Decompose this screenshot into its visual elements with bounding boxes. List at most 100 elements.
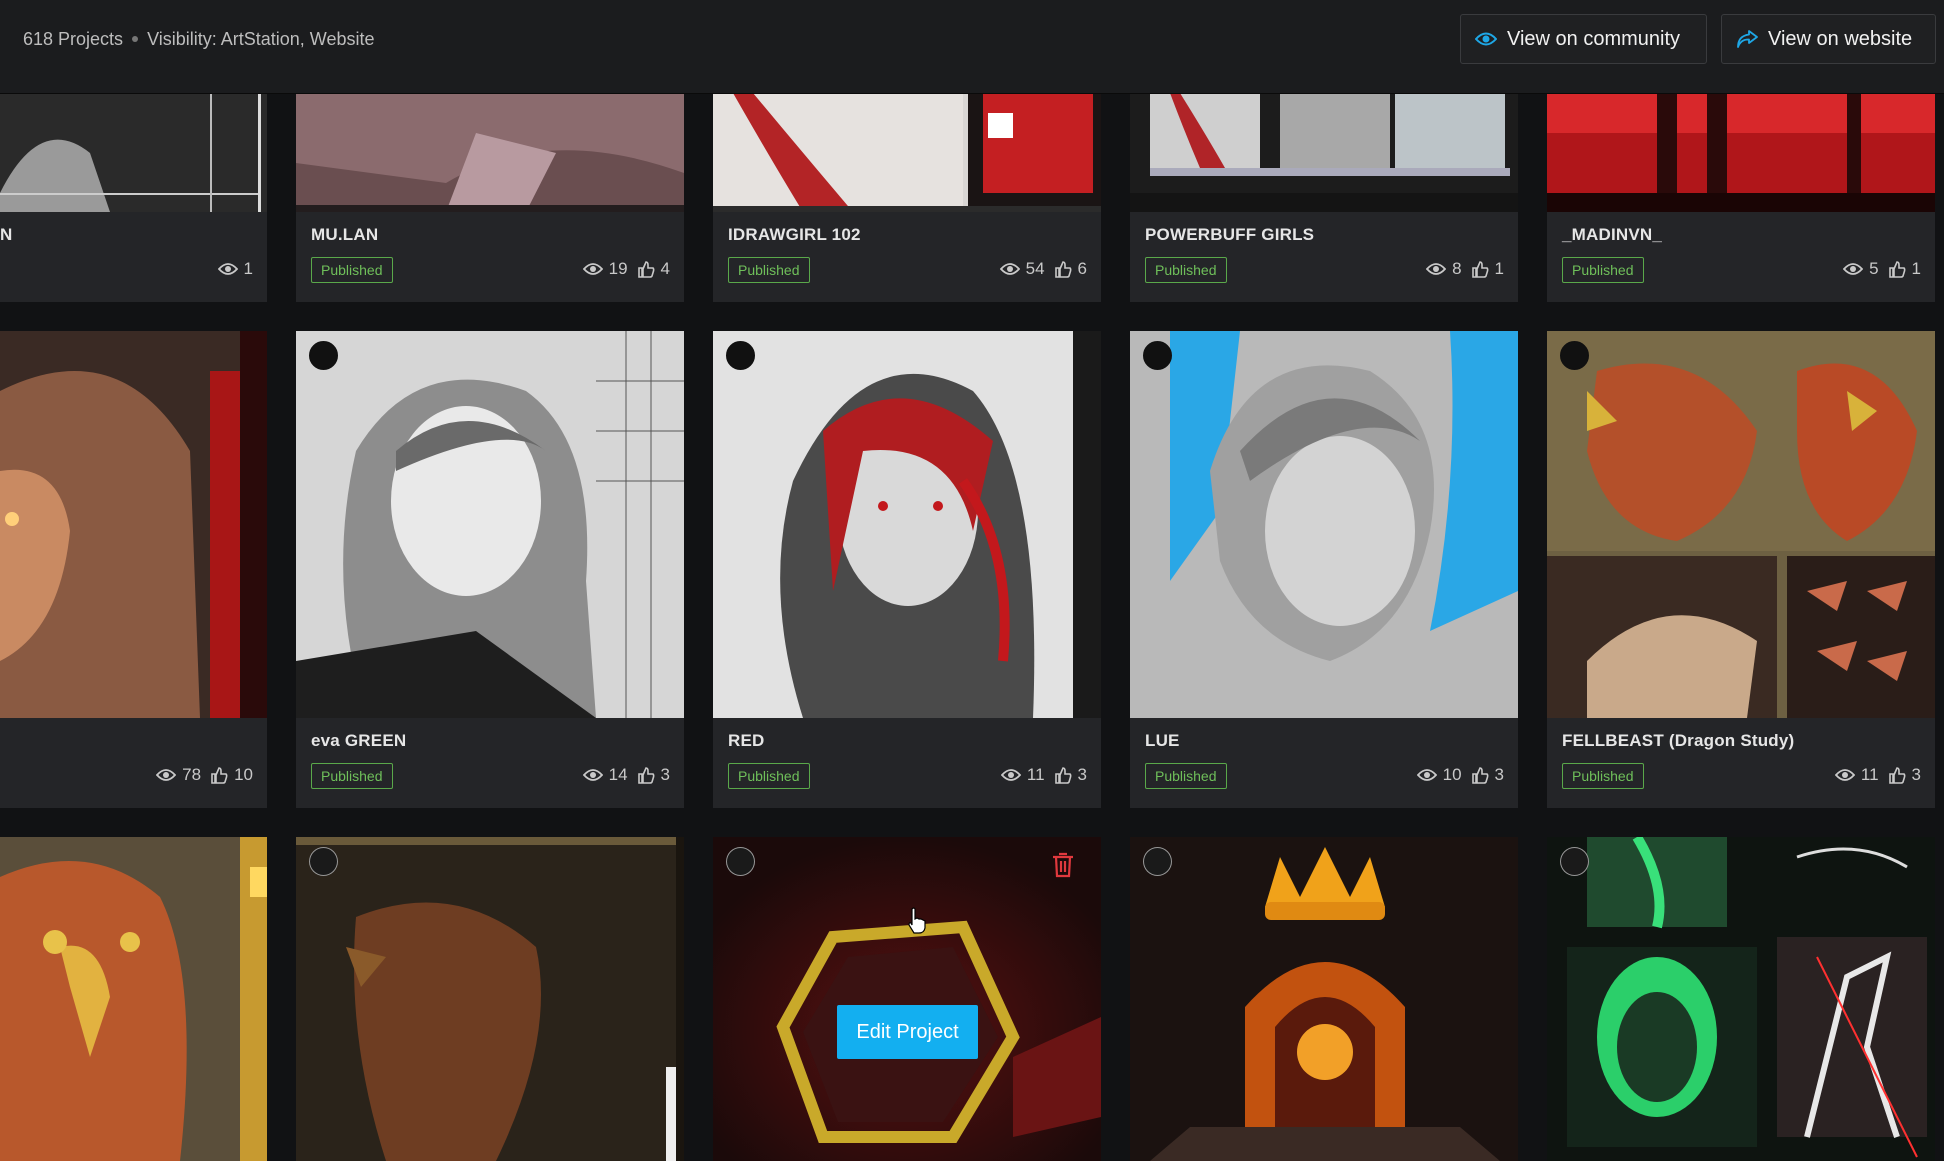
project-card[interactable]: FELLBEAST (Dragon Study) Published 11 3 bbox=[1547, 331, 1935, 808]
project-stats: 11 3 bbox=[1834, 765, 1921, 785]
project-stats: 78 10 bbox=[156, 765, 253, 785]
project-stats: 5 1 bbox=[1843, 259, 1921, 279]
project-card[interactable]: N 1 bbox=[0, 93, 267, 302]
select-checkbox[interactable] bbox=[726, 847, 755, 876]
status-badge: Published bbox=[311, 257, 393, 283]
visibility-text: Visibility: ArtStation, Website bbox=[147, 29, 375, 49]
project-stats: 19 4 bbox=[582, 259, 670, 279]
project-card[interactable]: _MADINVN_ Published 5 1 bbox=[1547, 93, 1935, 302]
view-count: 54 bbox=[1025, 259, 1045, 278]
project-thumbnail[interactable] bbox=[1130, 331, 1518, 718]
eye-icon bbox=[156, 769, 177, 781]
status-badge: Published bbox=[728, 257, 810, 283]
projects-summary: 618 Projects Visibility: ArtStation, Webs… bbox=[23, 29, 375, 50]
view-on-community-button[interactable]: View on community bbox=[1460, 14, 1707, 64]
delete-button[interactable] bbox=[1052, 852, 1074, 883]
project-thumbnail[interactable] bbox=[713, 837, 1101, 1161]
project-thumbnail[interactable] bbox=[0, 93, 267, 212]
project-stats: 11 3 bbox=[1000, 765, 1087, 785]
project-thumbnail[interactable] bbox=[1130, 837, 1518, 1161]
view-count: 1 bbox=[243, 259, 253, 278]
thumbs-up-icon bbox=[637, 766, 654, 784]
project-card[interactable] bbox=[296, 837, 684, 1161]
eye-icon bbox=[1843, 263, 1864, 275]
project-card[interactable]: 78 10 bbox=[0, 331, 267, 808]
project-title: FELLBEAST (Dragon Study) bbox=[1562, 731, 1795, 750]
thumbs-up-icon bbox=[1054, 260, 1071, 278]
project-card[interactable]: IDRAWGIRL 102 Published 54 6 bbox=[713, 93, 1101, 302]
project-thumbnail[interactable] bbox=[1547, 331, 1935, 718]
select-checkbox[interactable] bbox=[309, 341, 338, 370]
eye-icon bbox=[1416, 769, 1437, 781]
share-arrow-icon bbox=[1737, 30, 1758, 48]
project-card[interactable]: MU.LAN Published 19 4 bbox=[296, 93, 684, 302]
select-checkbox[interactable] bbox=[726, 341, 755, 370]
project-card[interactable] bbox=[1547, 837, 1935, 1161]
select-checkbox[interactable] bbox=[1143, 341, 1172, 370]
status-badge: Published bbox=[1145, 257, 1227, 283]
status-badge: Published bbox=[1562, 257, 1644, 283]
project-thumbnail[interactable] bbox=[713, 331, 1101, 718]
project-stats: 10 3 bbox=[1416, 765, 1504, 785]
view-count: 19 bbox=[608, 259, 628, 278]
select-checkbox[interactable] bbox=[309, 847, 338, 876]
like-count: 6 bbox=[1077, 259, 1087, 278]
status-badge: Published bbox=[1562, 763, 1644, 789]
project-stats: 1 bbox=[217, 259, 253, 279]
project-title: N bbox=[0, 225, 13, 244]
select-checkbox[interactable] bbox=[1560, 847, 1589, 876]
edit-project-button[interactable]: Edit Project bbox=[837, 1005, 978, 1059]
top-bar: 618 Projects Visibility: ArtStation, Webs… bbox=[0, 0, 1944, 94]
select-checkbox[interactable] bbox=[1143, 847, 1172, 876]
project-stats: 8 1 bbox=[1426, 259, 1504, 279]
like-count: 4 bbox=[660, 259, 670, 278]
project-card[interactable] bbox=[1130, 837, 1518, 1161]
project-card[interactable] bbox=[0, 837, 267, 1161]
eye-icon bbox=[582, 769, 603, 781]
like-count: 3 bbox=[1494, 765, 1504, 784]
like-count: 1 bbox=[1494, 259, 1504, 278]
view-on-website-label: View on website bbox=[1768, 27, 1913, 50]
project-thumbnail[interactable] bbox=[1130, 93, 1518, 212]
project-title: MU.LAN bbox=[311, 225, 379, 244]
status-badge: Published bbox=[311, 763, 393, 789]
eye-icon bbox=[1000, 769, 1021, 781]
eye-icon bbox=[582, 263, 603, 275]
view-on-website-button[interactable]: View on website bbox=[1721, 14, 1936, 64]
project-card[interactable]: Edit Project bbox=[713, 837, 1101, 1161]
view-count: 11 bbox=[1026, 765, 1045, 784]
project-thumbnail[interactable] bbox=[0, 331, 267, 718]
project-card[interactable]: RED Published 11 3 bbox=[713, 331, 1101, 808]
project-card[interactable]: POWERBUFF GIRLS Published 8 1 bbox=[1130, 93, 1518, 302]
separator-dot bbox=[132, 36, 139, 42]
view-count: 14 bbox=[608, 765, 628, 784]
project-thumbnail[interactable] bbox=[1547, 837, 1935, 1161]
project-title: _MADINVN_ bbox=[1562, 225, 1663, 244]
project-thumbnail[interactable] bbox=[296, 93, 684, 212]
thumbs-up-icon bbox=[211, 766, 228, 784]
project-thumbnail[interactable] bbox=[296, 837, 684, 1161]
project-thumbnail[interactable] bbox=[0, 837, 267, 1161]
like-count: 3 bbox=[1911, 765, 1921, 784]
eye-icon bbox=[1426, 263, 1447, 275]
select-checkbox[interactable] bbox=[1560, 341, 1589, 370]
project-thumbnail[interactable] bbox=[1547, 93, 1935, 212]
project-thumbnail[interactable] bbox=[713, 93, 1101, 212]
project-title: IDRAWGIRL 102 bbox=[728, 225, 861, 244]
project-card[interactable]: LUE Published 10 3 bbox=[1130, 331, 1518, 808]
project-title: POWERBUFF GIRLS bbox=[1145, 225, 1315, 244]
project-thumbnail[interactable] bbox=[296, 331, 684, 718]
eye-icon bbox=[1834, 769, 1855, 781]
eye-icon bbox=[217, 263, 238, 275]
view-count: 5 bbox=[1869, 259, 1879, 278]
project-stats: 14 3 bbox=[582, 765, 670, 785]
like-count: 3 bbox=[1077, 765, 1087, 784]
project-card[interactable]: eva GREEN Published 14 3 bbox=[296, 331, 684, 808]
eye-icon bbox=[999, 263, 1020, 275]
view-count: 10 bbox=[1442, 765, 1462, 784]
project-grid: N 1 MU.LAN Published 19 4 IDRAWGIRL 102 … bbox=[0, 0, 1944, 1161]
view-on-community-label: View on community bbox=[1507, 27, 1681, 50]
status-badge: Published bbox=[1145, 763, 1227, 789]
thumbs-up-icon bbox=[1471, 766, 1488, 784]
project-stats: 54 6 bbox=[999, 259, 1087, 279]
